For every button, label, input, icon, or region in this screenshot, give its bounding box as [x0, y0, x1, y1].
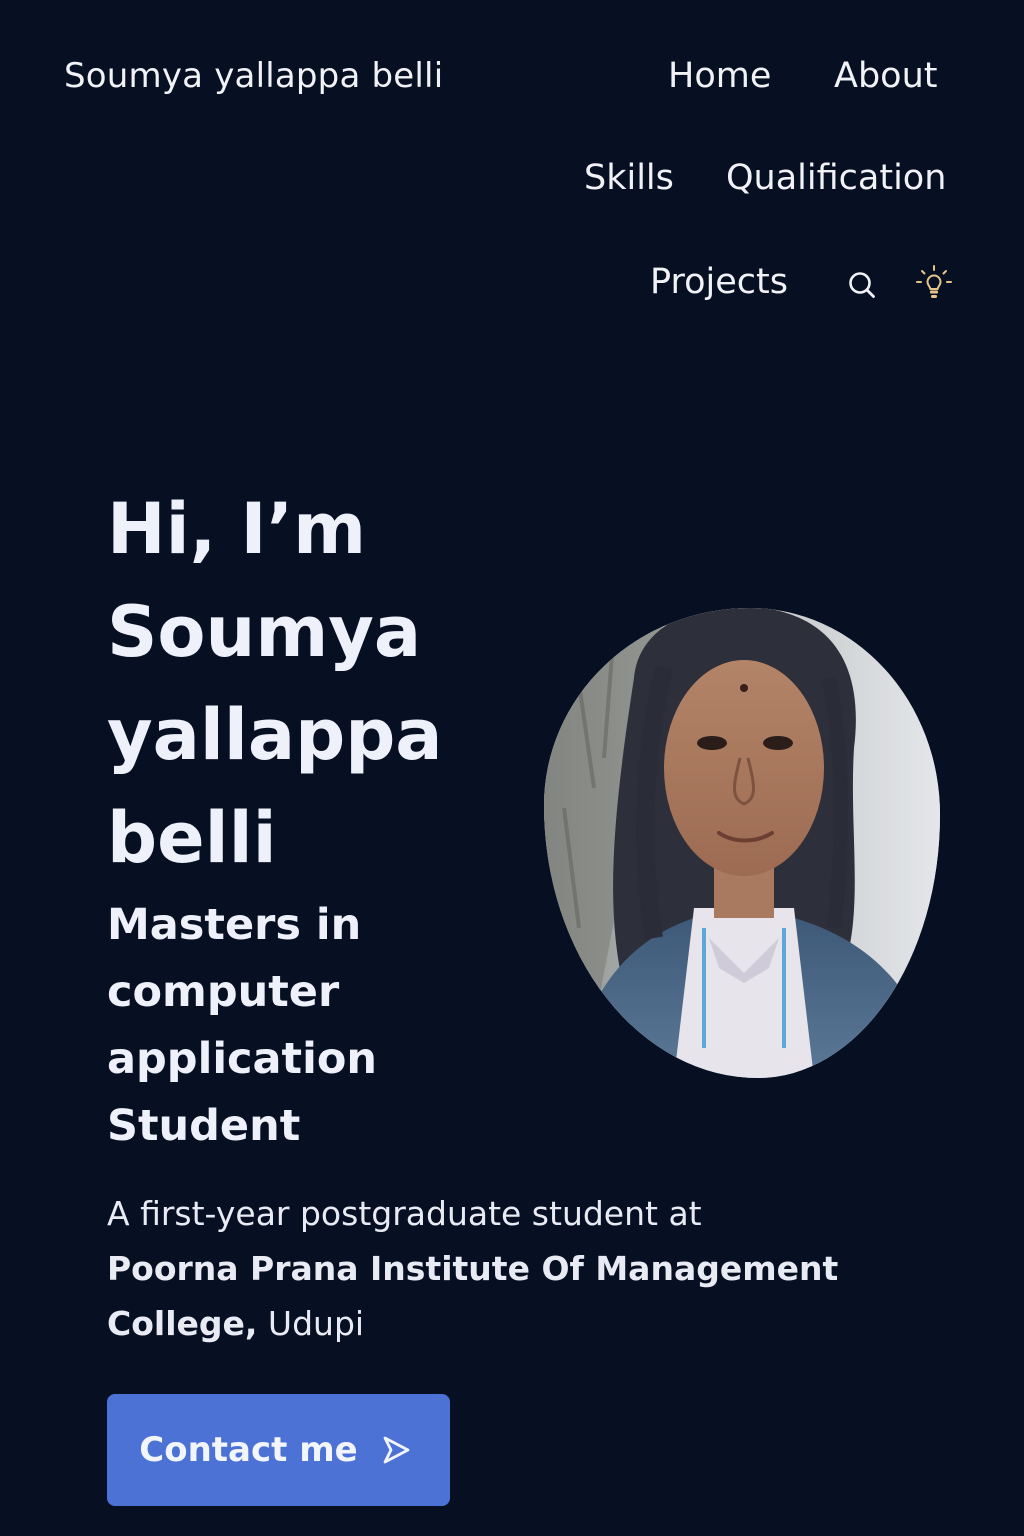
contact-me-button[interactable]: Contact me: [107, 1394, 450, 1506]
hero-subtitle-line: application: [107, 1034, 378, 1084]
hero-subtitle-line: computer: [107, 967, 340, 1017]
college-text: College,: [107, 1304, 258, 1343]
profile-photo: [544, 608, 940, 1078]
portfolio-page: Soumya yallappa belli Home About Skills …: [0, 0, 1024, 1536]
search-icon: [849, 272, 875, 298]
brand-logo-text[interactable]: Soumya yallappa belli: [64, 56, 443, 96]
hero-subtitle-line: Masters in: [107, 900, 362, 950]
search-button[interactable]: [842, 265, 882, 305]
nav-qualification[interactable]: Qualification: [726, 158, 946, 198]
institution-location: College, Udupi: [107, 1296, 867, 1351]
hero-description: A first-year postgraduate student at Poo…: [107, 1186, 867, 1351]
nav-projects[interactable]: Projects: [650, 262, 788, 302]
nav-home[interactable]: Home: [668, 56, 771, 96]
institution-name-text: Poorna Prana Institute Of Management: [107, 1249, 839, 1288]
contact-button-label: Contact me: [139, 1430, 358, 1470]
hero-title-line: belli: [107, 797, 277, 879]
hero-subtitle-line: Student: [107, 1101, 301, 1151]
description-line: A first-year postgraduate student at: [107, 1194, 702, 1233]
lightbulb-icon: [916, 265, 952, 298]
hero-title-line: yallappa: [107, 694, 443, 776]
location-text: Udupi: [257, 1304, 365, 1343]
theme-toggle-button[interactable]: [914, 264, 954, 304]
hero-title-line: Soumya: [107, 591, 422, 673]
hero-title: Hi, I’m Soumya yallappa belli: [107, 478, 487, 890]
nav-skills[interactable]: Skills: [584, 158, 674, 198]
portrait-illustration: [544, 608, 940, 1078]
hero-subtitle: Masters in computer application Student: [107, 892, 467, 1160]
institution-name: Poorna Prana Institute Of Management: [107, 1241, 867, 1296]
hero-title-line: Hi, I’m: [107, 488, 367, 570]
nav-about[interactable]: About: [834, 56, 937, 96]
send-arrow-icon: [383, 1436, 410, 1464]
